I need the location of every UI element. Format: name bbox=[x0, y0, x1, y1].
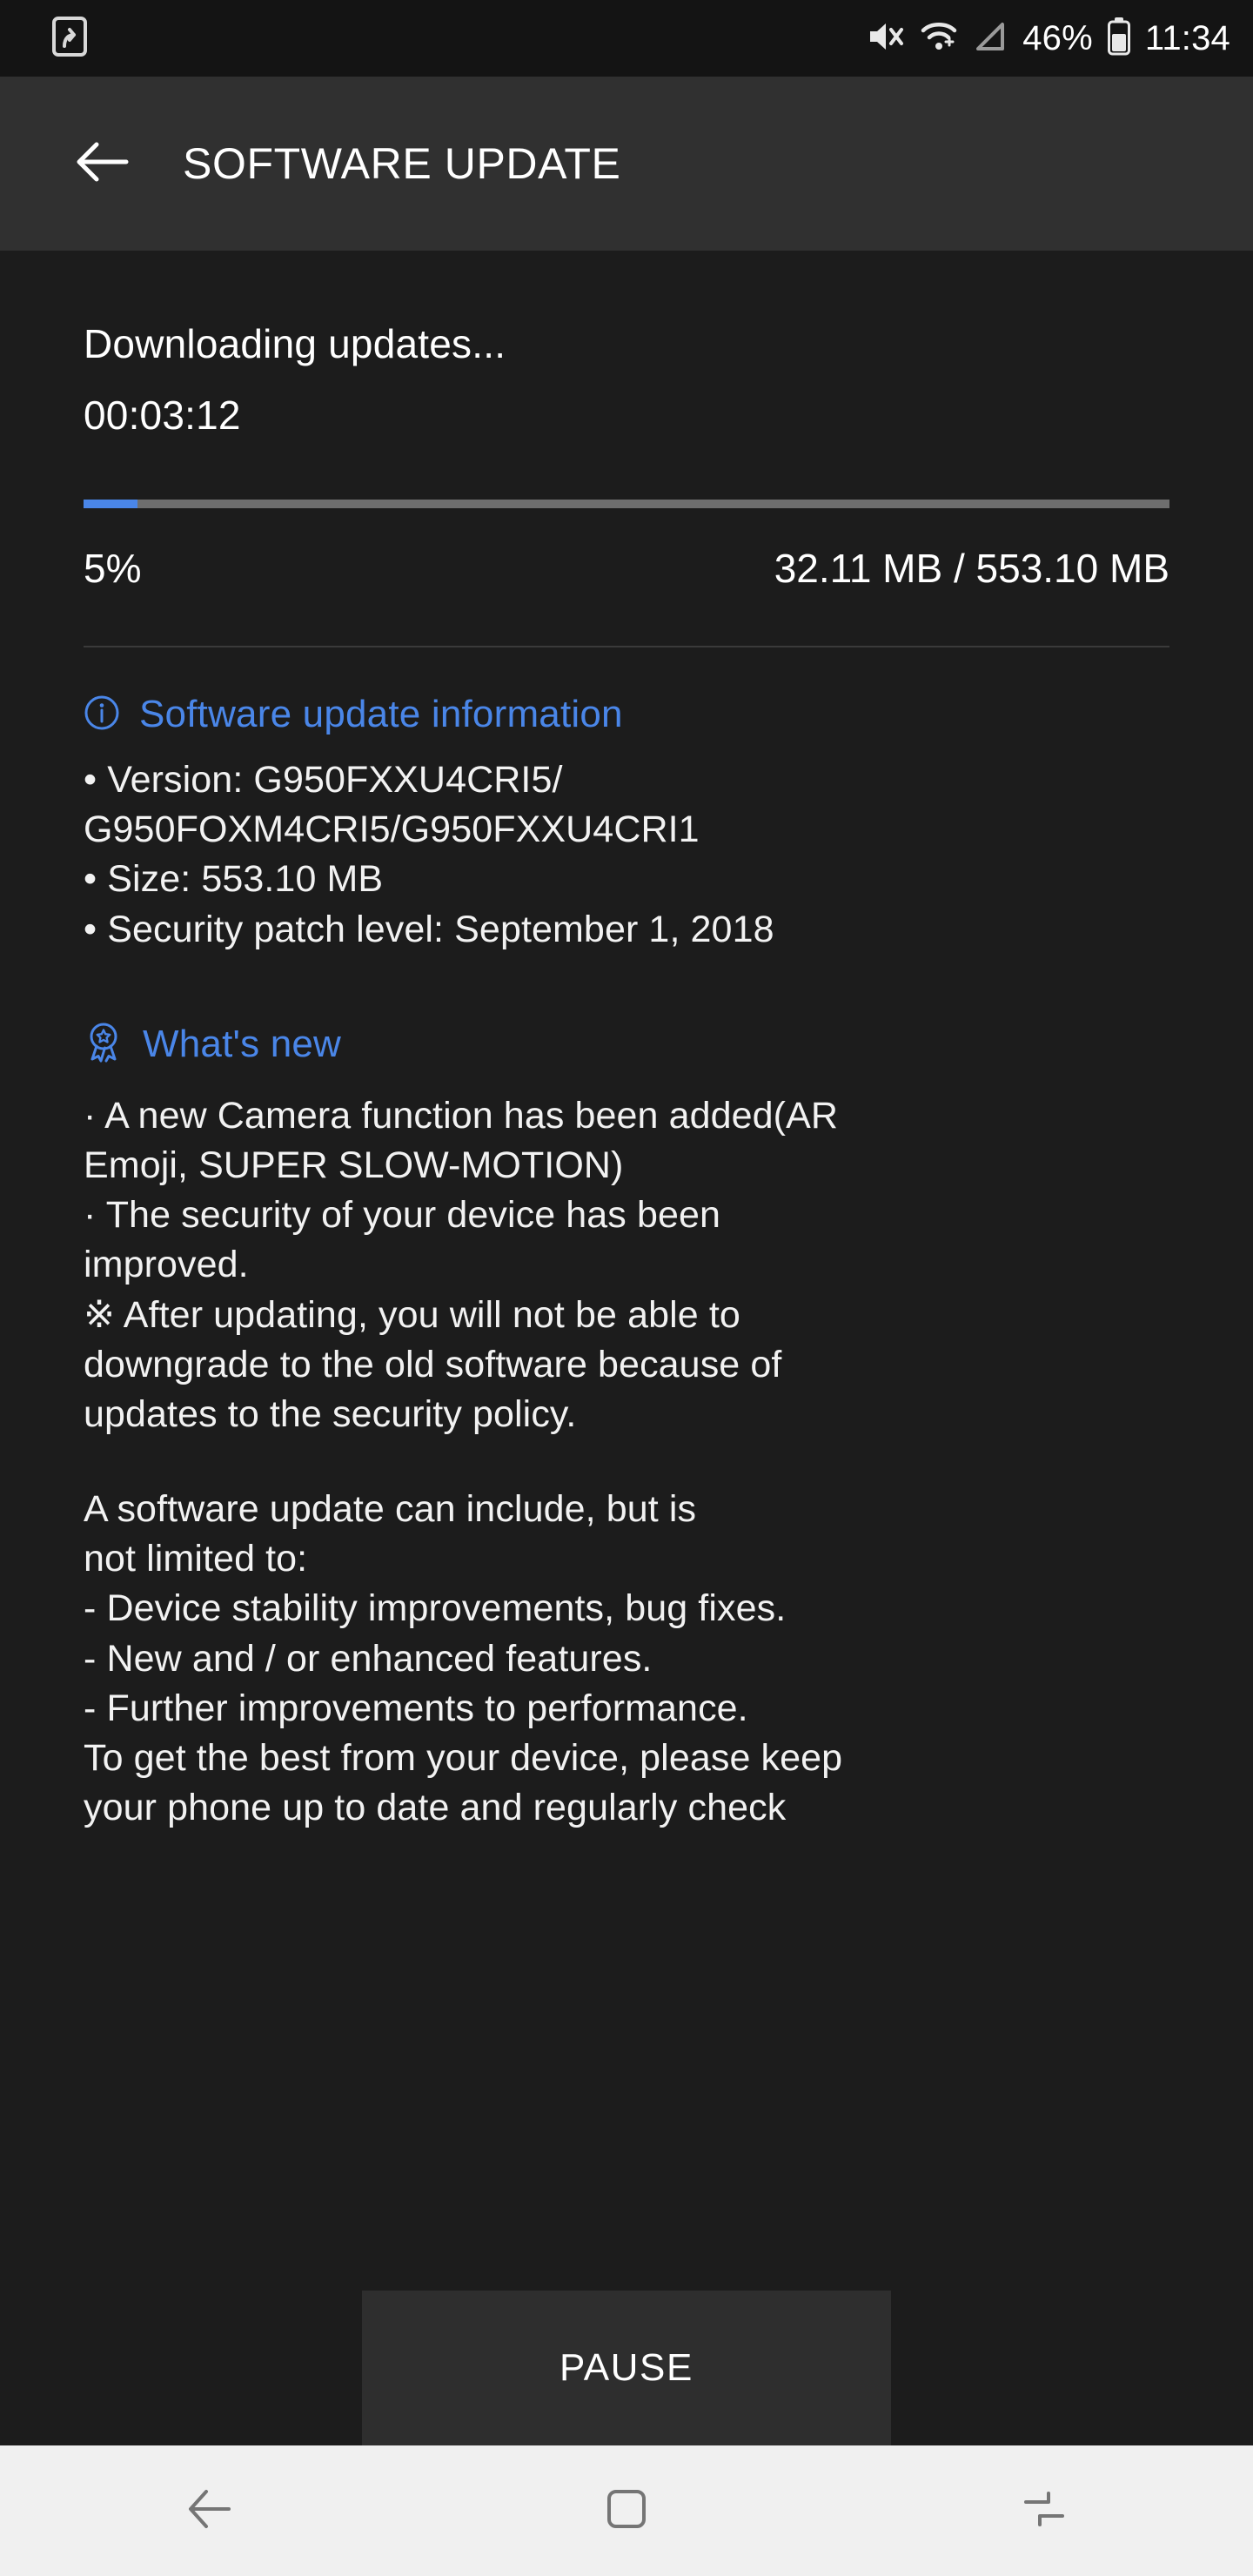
nav-home-icon bbox=[604, 2486, 649, 2536]
whats-new-line: not limited to: bbox=[84, 1538, 308, 1580]
nav-recents-button[interactable] bbox=[957, 2445, 1131, 2576]
download-progress-fill bbox=[84, 500, 138, 508]
nav-home-button[interactable] bbox=[539, 2445, 714, 2576]
software-update-information-label: Software update information bbox=[139, 693, 623, 735]
software-update-screen: 46% 11:34 SOFTWARE UPDATE Downloading up… bbox=[0, 0, 1253, 2576]
back-arrow-icon bbox=[74, 138, 130, 191]
software-update-information-list: • Version: G950FXXU4CRI5/G950FOXM4CRI5/G… bbox=[84, 755, 1169, 955]
section-divider bbox=[84, 646, 1169, 647]
download-elapsed-timer: 00:03:12 bbox=[84, 392, 241, 438]
whats-new-line: downgrade to the old software because of bbox=[84, 1343, 782, 1385]
battery-icon bbox=[1107, 17, 1130, 60]
whats-new-body: · A new Camera function has been added(A… bbox=[84, 1091, 1169, 1439]
whats-new-line: - Device stability improvements, bug fix… bbox=[84, 1587, 787, 1630]
whats-new-line: ※ After updating, you will not be able t… bbox=[84, 1293, 740, 1336]
nav-back-button[interactable] bbox=[122, 2445, 296, 2576]
main-content: Downloading updates... 00:03:12 5% 32.11… bbox=[0, 251, 1253, 2445]
whats-new-line: updates to the security policy. bbox=[84, 1392, 577, 1435]
wifi-icon bbox=[920, 19, 958, 58]
whats-new-line: - Further improvements to performance. bbox=[84, 1687, 748, 1729]
download-progress-bar bbox=[84, 500, 1169, 508]
clock-label: 11:34 bbox=[1144, 18, 1230, 57]
page-title: SOFTWARE UPDATE bbox=[183, 139, 621, 188]
back-button[interactable] bbox=[68, 130, 136, 198]
software-update-icon bbox=[52, 16, 87, 61]
status-bar-left bbox=[52, 16, 87, 61]
update-info-line: G950FOXM4CRI5/G950FXXU4CRI1 bbox=[84, 808, 700, 851]
whats-new-line: your phone up to date and regularly chec… bbox=[84, 1787, 787, 1829]
download-percent-label: 5% bbox=[84, 546, 142, 591]
whats-new-line: - New and / or enhanced features. bbox=[84, 1637, 653, 1680]
app-bar: SOFTWARE UPDATE bbox=[0, 77, 1253, 251]
content-padding: Downloading updates... 00:03:12 5% 32.11… bbox=[0, 320, 1253, 1833]
update-info-line: • Security patch level: September 1, 201… bbox=[84, 908, 774, 950]
update-info-line: • Size: 553.10 MB bbox=[84, 858, 384, 901]
nav-recents-icon bbox=[1019, 2488, 1069, 2534]
action-bar: PAUSE bbox=[0, 2291, 1253, 2445]
whats-new-line: improved. bbox=[84, 1244, 249, 1286]
battery-percent-label: 46% bbox=[1022, 18, 1093, 57]
whats-new-line: · The security of your device has been bbox=[84, 1194, 721, 1237]
info-circle-icon bbox=[84, 694, 120, 735]
pause-button[interactable]: PAUSE bbox=[362, 2291, 891, 2445]
whats-new-line: A software update can include, but is bbox=[84, 1488, 697, 1531]
download-status-text: Downloading updates... bbox=[84, 321, 506, 366]
nav-back-icon bbox=[182, 2486, 236, 2536]
status-bar: 46% 11:34 bbox=[0, 0, 1253, 77]
whats-new-label: What's new bbox=[143, 1023, 342, 1066]
cellular-signal-icon bbox=[973, 19, 1008, 58]
update-info-line: • Version: G950FXXU4CRI5/ bbox=[84, 759, 563, 801]
system-navigation-bar bbox=[0, 2445, 1253, 2576]
download-stats-row: 5% 32.11 MB / 553.10 MB bbox=[84, 545, 1169, 592]
volume-mute-icon bbox=[867, 19, 905, 58]
status-bar-right: 46% 11:34 bbox=[867, 17, 1230, 60]
whats-new-line: Emoji, SUPER SLOW-MOTION) bbox=[84, 1144, 624, 1186]
whats-new-line: To get the best from your device, please… bbox=[84, 1737, 843, 1779]
whats-new-body-secondary: A software update can include, but is not… bbox=[84, 1485, 1169, 1833]
software-update-information-header: Software update information bbox=[84, 693, 1169, 736]
award-badge-icon bbox=[84, 1021, 124, 1069]
whats-new-header: What's new bbox=[84, 1021, 1169, 1069]
download-size-label: 32.11 MB / 553.10 MB bbox=[774, 546, 1169, 591]
whats-new-spacer bbox=[84, 1439, 1169, 1485]
whats-new-line: · A new Camera function has been added(A… bbox=[84, 1094, 839, 1137]
